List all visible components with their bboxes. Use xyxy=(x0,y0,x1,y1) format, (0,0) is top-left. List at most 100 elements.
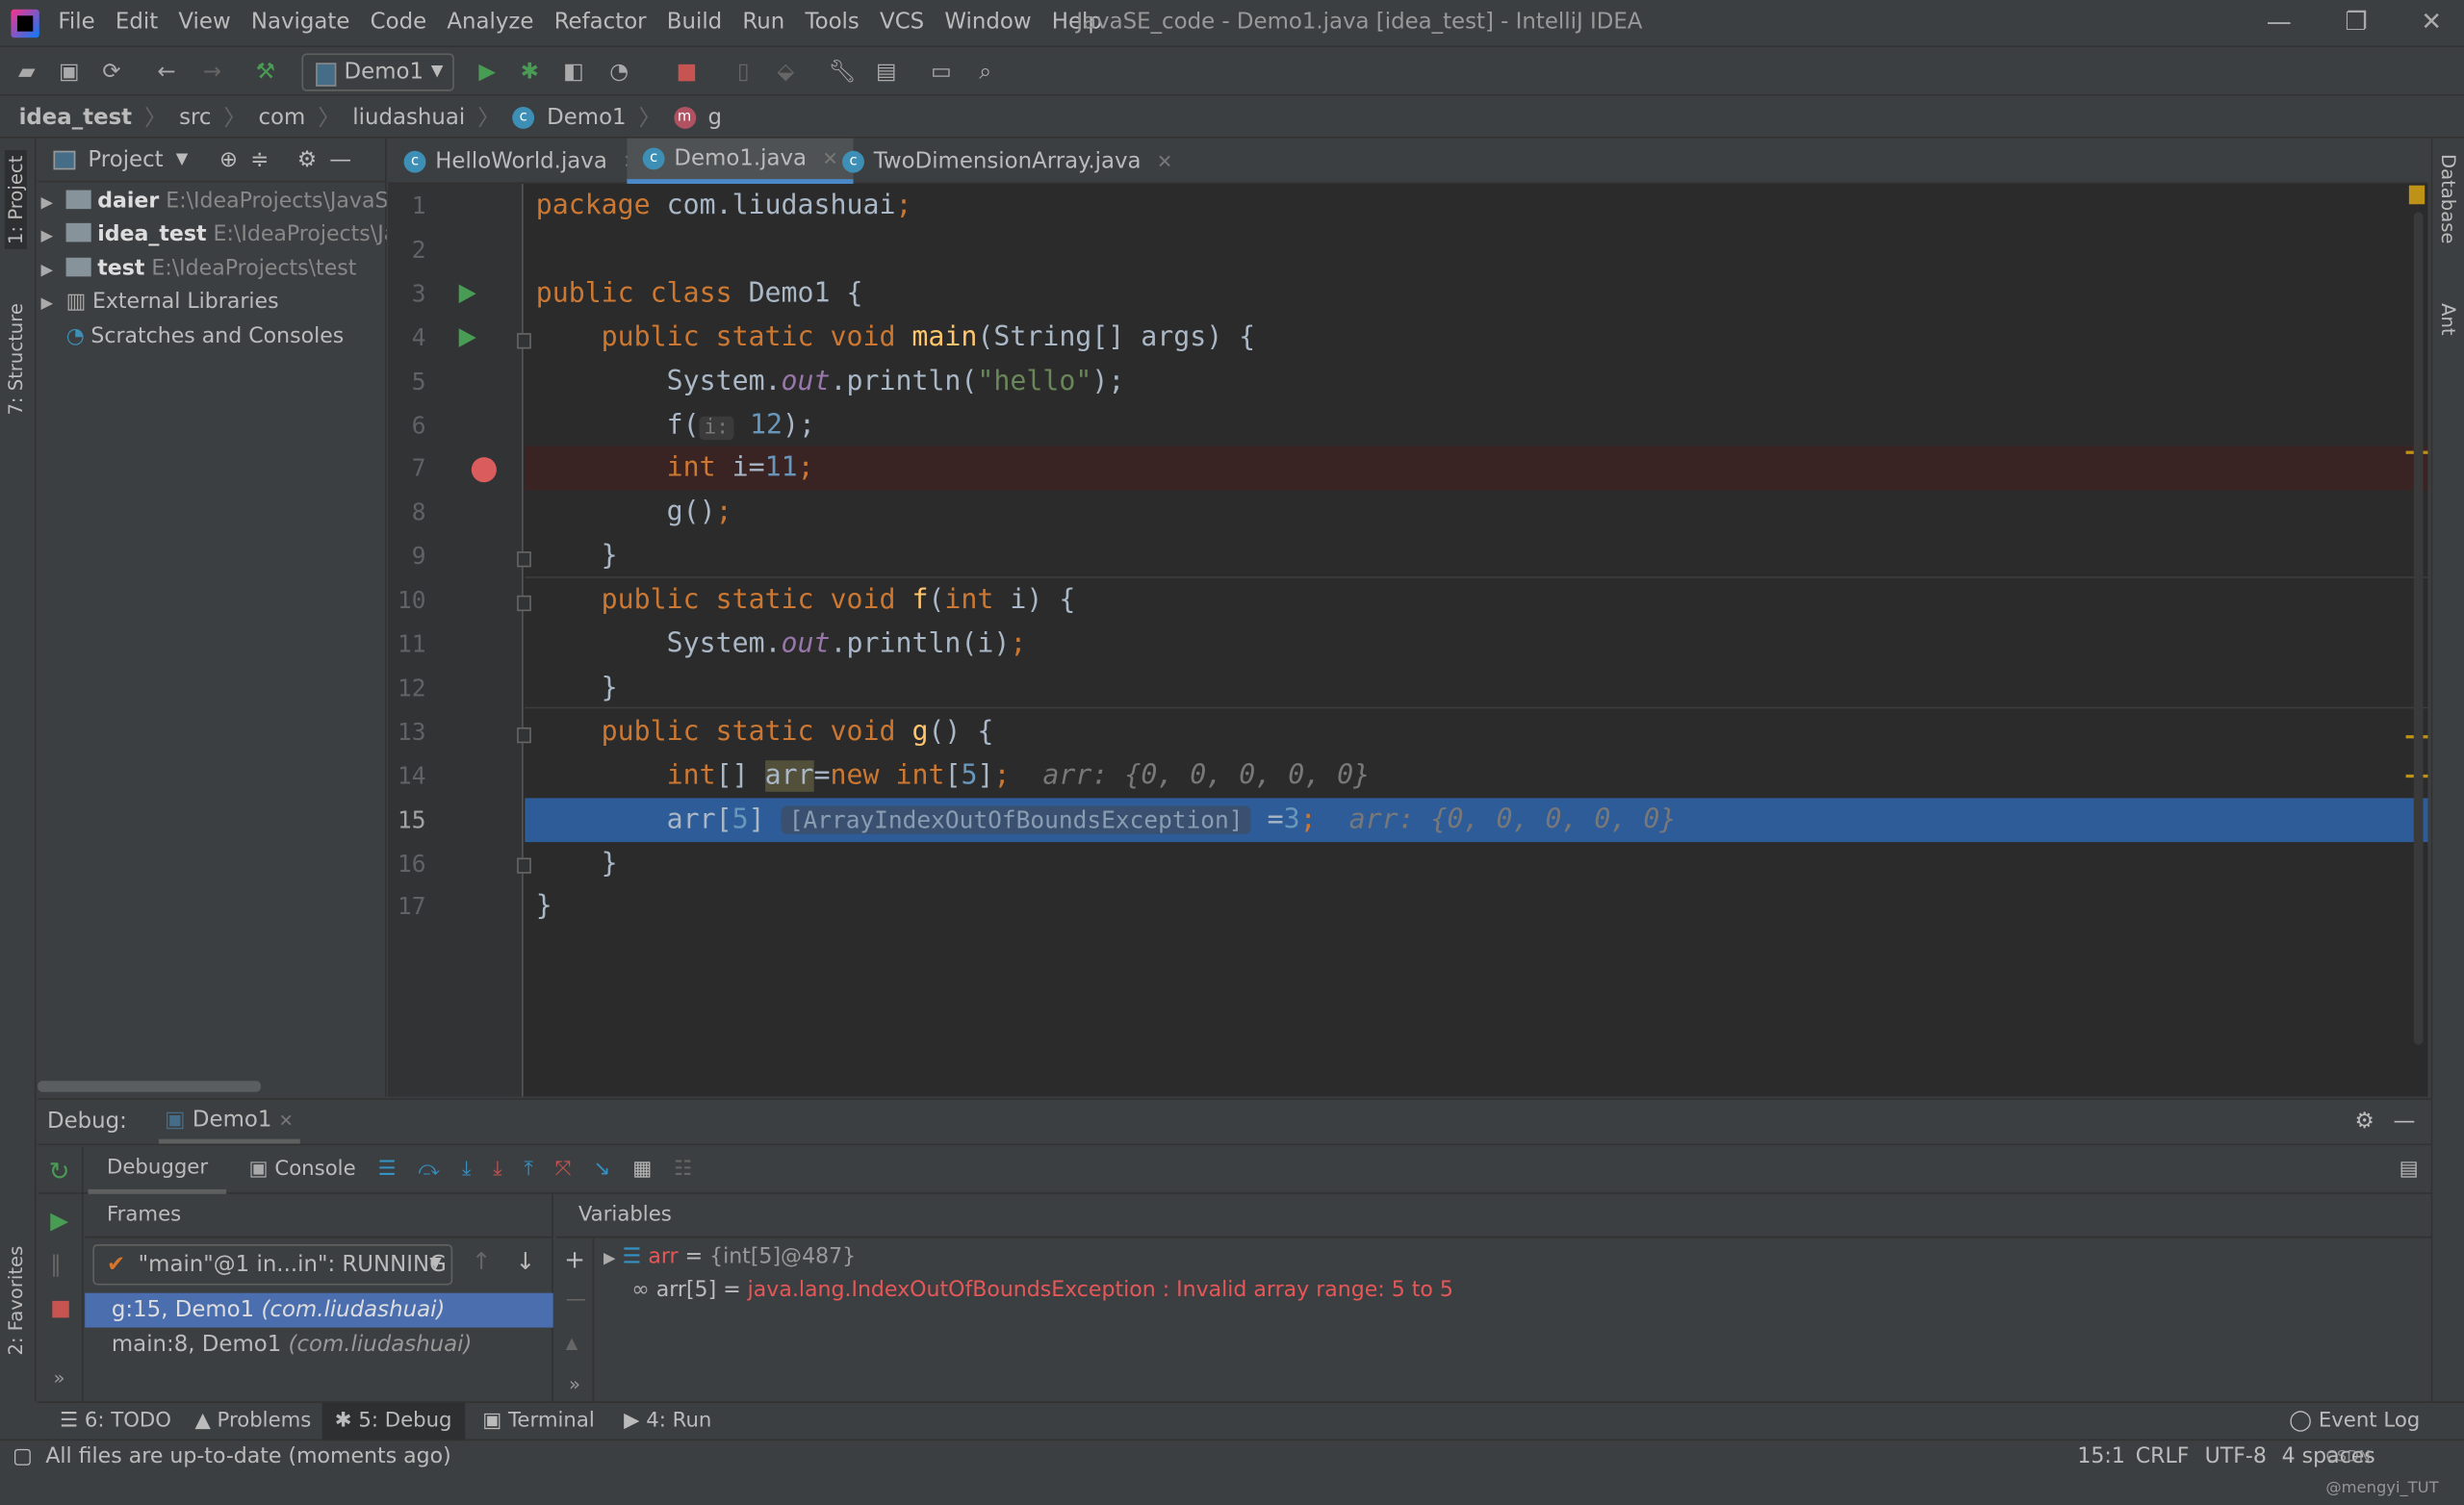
code-line[interactable]: package com.liudashuai; xyxy=(525,184,2427,228)
coverage-icon[interactable]: ◧ xyxy=(559,58,587,86)
forward-icon[interactable]: → xyxy=(198,58,226,86)
code-line[interactable]: public static void g() { xyxy=(525,710,2427,754)
gear-icon[interactable]: ⚙ xyxy=(2354,1110,2374,1135)
evaluate-expression-icon[interactable]: ▦ xyxy=(632,1158,652,1181)
gear-icon[interactable]: ⚙ xyxy=(297,147,318,172)
restore-button[interactable]: ❐ xyxy=(2345,7,2367,37)
code-line[interactable]: } xyxy=(525,666,2427,710)
breadcrumb-method[interactable]: g xyxy=(708,105,723,130)
previous-frame-icon[interactable]: ↑ xyxy=(472,1247,492,1275)
hide-icon[interactable]: — xyxy=(329,147,351,172)
tree-item-external-libraries[interactable]: ▶ ▥ External Libraries xyxy=(38,286,386,319)
expand-icon[interactable]: ▶ xyxy=(40,220,65,252)
code-line[interactable]: f(i: 12); xyxy=(525,403,2427,447)
run-to-cursor-icon[interactable]: ↘ xyxy=(594,1158,611,1181)
tab-debugger[interactable]: Debugger xyxy=(88,1146,227,1193)
variable-arr[interactable]: ▶ ☰ arr = {int[5]@487} xyxy=(603,1244,856,1269)
debug-bug-icon[interactable]: ✱ xyxy=(516,58,544,86)
menu-vcs[interactable]: VCS xyxy=(880,10,924,35)
terminal-tab[interactable]: ▣ Terminal xyxy=(470,1403,607,1441)
menu-tools[interactable]: Tools xyxy=(806,10,860,35)
run-icon[interactable]: ▶ xyxy=(473,58,500,86)
menu-code[interactable]: Code xyxy=(371,10,427,35)
menu-file[interactable]: File xyxy=(58,10,94,35)
tab-helloworld[interactable]: cHelloWorld.java✕ xyxy=(388,139,654,184)
frame-item[interactable]: g:15, Demo1 (com.liudashuai) xyxy=(85,1292,553,1328)
stop-icon[interactable]: ■ xyxy=(673,58,701,86)
chevron-down-icon[interactable]: ▼ xyxy=(176,151,189,168)
close-button[interactable]: ✕ xyxy=(2421,7,2442,37)
hide-icon[interactable]: — xyxy=(2394,1110,2416,1135)
watch-arr5[interactable]: ∞ arr[5] = java.lang.IndexOutOfBoundsExc… xyxy=(631,1277,1453,1302)
pause-icon[interactable]: ‖ xyxy=(50,1252,61,1277)
code-line[interactable]: int i=11; xyxy=(525,446,2428,492)
open-folder-icon[interactable]: ▰ xyxy=(13,58,40,86)
menu-analyze[interactable]: Analyze xyxy=(447,10,533,35)
expand-icon[interactable]: ▶ xyxy=(40,187,65,218)
layout-icon[interactable]: ▤ xyxy=(2400,1158,2419,1181)
menu-view[interactable]: View xyxy=(178,10,230,35)
menu-window[interactable]: Window xyxy=(944,10,1031,35)
vcs-update-icon[interactable]: ⬙ xyxy=(772,58,800,86)
step-out-icon[interactable]: ⤒ xyxy=(524,1158,532,1181)
resume-icon[interactable]: ▶ xyxy=(50,1207,68,1235)
device-icon[interactable]: ▯ xyxy=(730,58,757,86)
fold-icon[interactable] xyxy=(517,858,531,875)
expand-icon[interactable]: ▶ xyxy=(40,288,65,319)
run-gutter-icon[interactable] xyxy=(458,284,476,304)
event-log-tab[interactable]: ◯ Event Log xyxy=(2276,1403,2432,1441)
file-encoding[interactable]: UTF-8 xyxy=(2205,1441,2267,1472)
code-line[interactable]: } xyxy=(525,841,2427,885)
collapse-all-icon[interactable]: ≑ xyxy=(250,147,269,172)
breadcrumb-com[interactable]: com xyxy=(258,105,305,130)
project-view-select[interactable]: Project xyxy=(88,147,163,172)
fold-icon[interactable] xyxy=(517,727,531,743)
tree-item-test[interactable]: ▶ test E:\IdeaProjects\test xyxy=(38,253,386,286)
minimize-button[interactable]: — xyxy=(2267,7,2292,37)
next-frame-icon[interactable]: ↓ xyxy=(516,1247,536,1275)
trace-icon[interactable]: ☷ xyxy=(674,1158,692,1181)
code-line[interactable]: int[] arr=new int[5]; arr: {0, 0, 0, 0, … xyxy=(525,753,2427,798)
expand-icon[interactable]: ▶ xyxy=(603,1251,616,1268)
menu-edit[interactable]: Edit xyxy=(116,10,158,35)
sync-icon[interactable]: ⟳ xyxy=(97,58,125,86)
tree-item-daier[interactable]: ▶ daier E:\IdeaProjects\JavaSE_ xyxy=(38,186,386,218)
ant-tool-button[interactable]: Ant xyxy=(2437,303,2459,336)
structure-tool-button[interactable]: 7: Structure xyxy=(5,303,27,415)
code-line[interactable] xyxy=(525,228,2427,272)
todo-tab[interactable]: ☰ 6: TODO xyxy=(47,1403,184,1441)
tree-item-scratches[interactable]: ◔ Scratches and Consoles xyxy=(38,320,386,353)
vertical-scrollbar[interactable] xyxy=(2413,212,2424,1045)
menu-build[interactable]: Build xyxy=(667,10,722,35)
menu-navigate[interactable]: Navigate xyxy=(251,10,350,35)
save-icon[interactable]: ▣ xyxy=(55,58,83,86)
code-line[interactable]: System.out.println("hello"); xyxy=(525,359,2427,403)
stop-icon[interactable]: ■ xyxy=(50,1296,71,1321)
thread-select[interactable]: ✔ "main"@1 in...in": RUNNING ▼ xyxy=(92,1244,453,1286)
code-line[interactable]: public static void main(String[] args) { xyxy=(525,316,2427,360)
frame-item[interactable]: main:8, Demo1 (com.liudashuai) xyxy=(85,1328,553,1363)
tab-twodimensionarray[interactable]: c TwoDimensionArray.java ✕ xyxy=(827,139,1189,184)
breakpoint-icon[interactable] xyxy=(471,457,497,483)
settings-wrench-icon[interactable]: 🔧︎ xyxy=(828,58,857,86)
step-into-icon[interactable]: ⤓ xyxy=(462,1158,471,1181)
show-execution-point-icon[interactable]: ☰ xyxy=(377,1158,396,1181)
step-over-icon[interactable]: ⤼ xyxy=(418,1158,440,1181)
close-tab-icon[interactable]: ✕ xyxy=(1157,150,1172,172)
tab-demo1[interactable]: c Demo1.java ✕ xyxy=(627,138,855,185)
more-icon[interactable]: » xyxy=(54,1366,65,1389)
breadcrumb-class[interactable]: Demo1 xyxy=(547,105,626,130)
caret-position[interactable]: 15:1 xyxy=(2077,1441,2125,1472)
breadcrumb-src[interactable]: src xyxy=(179,105,211,130)
search-icon[interactable]: ⌕ xyxy=(971,58,999,86)
close-tab-icon[interactable]: ✕ xyxy=(279,1110,294,1130)
more-icon[interactable]: » xyxy=(569,1373,580,1395)
project-tool-button[interactable]: 1: Project xyxy=(4,150,27,249)
move-up-icon[interactable]: ▲ xyxy=(566,1336,578,1353)
favorites-tool-button[interactable]: 2: Favorites xyxy=(5,1246,27,1356)
project-structure-icon[interactable]: ▤ xyxy=(872,58,900,86)
line-separator[interactable]: CRLF xyxy=(2136,1441,2190,1472)
remove-watch-icon[interactable]: — xyxy=(566,1288,586,1312)
code-line[interactable]: public static void f(int i) { xyxy=(525,578,2427,623)
profile-icon[interactable]: ◔ xyxy=(605,58,633,86)
